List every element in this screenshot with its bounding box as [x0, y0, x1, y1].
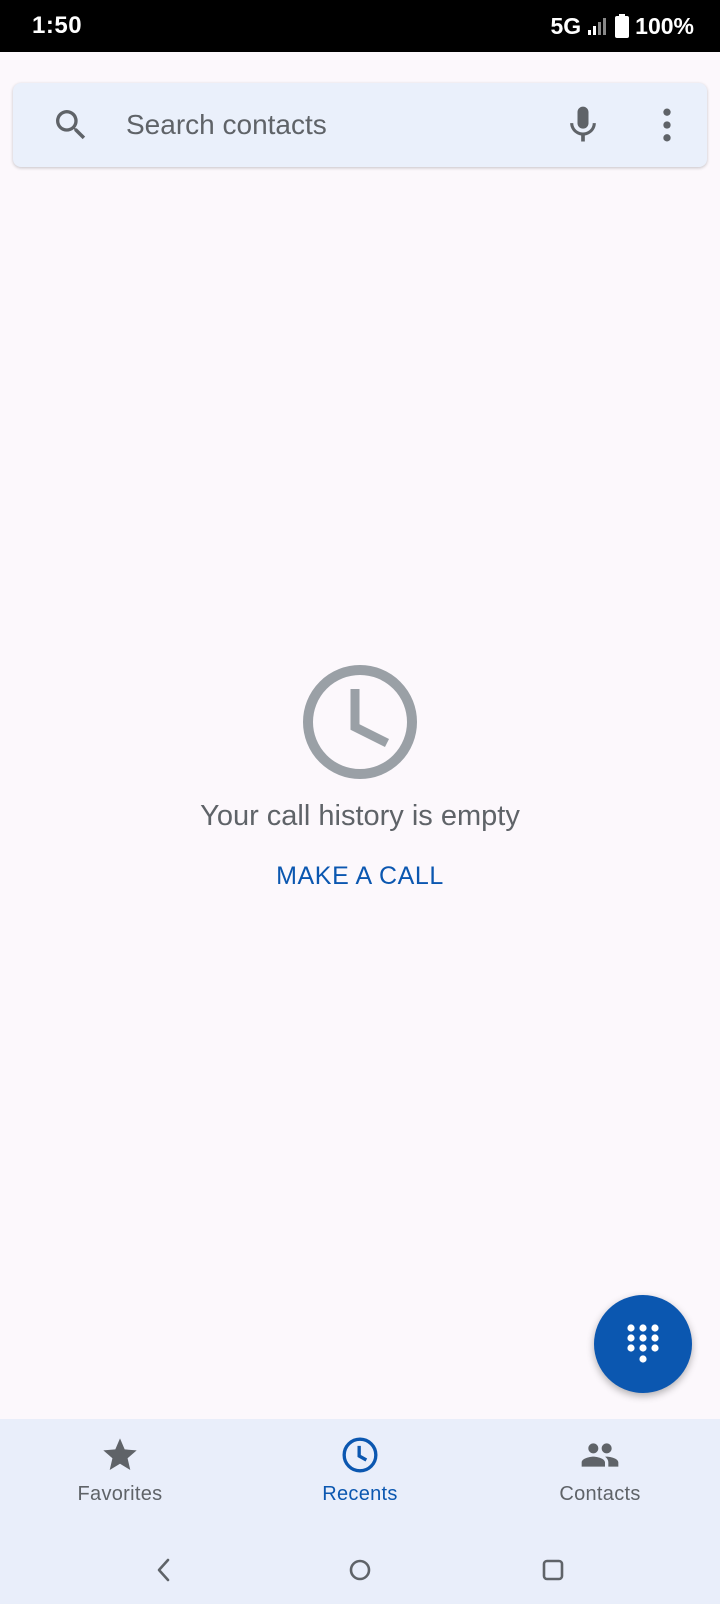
tab-recents-label: Recents: [322, 1483, 398, 1505]
search-icon: [56, 110, 86, 140]
clock-icon: [342, 1437, 378, 1473]
empty-history-message: Your call history is empty: [200, 800, 520, 832]
status-time: 1:50: [32, 12, 83, 39]
back-icon[interactable]: [149, 1555, 179, 1585]
battery-icon: [615, 14, 630, 38]
tab-contacts-label: Contacts: [559, 1483, 641, 1505]
search-bar[interactable]: Search contacts: [13, 83, 707, 167]
signal-icon: [588, 18, 607, 35]
home-icon[interactable]: [345, 1555, 375, 1585]
tab-contacts[interactable]: Contacts: [480, 1419, 720, 1537]
call-history-clock-icon: [303, 665, 417, 779]
dialer-screen: 1:50 5G 100% Search contacts Your call h…: [0, 0, 720, 1604]
tab-favorites-label: Favorites: [77, 1483, 163, 1505]
battery-level: 100%: [635, 12, 694, 39]
system-navigation-bar: [0, 1537, 720, 1604]
make-a-call-button[interactable]: MAKE A CALL: [260, 856, 460, 896]
search-input[interactable]: Search contacts: [126, 83, 327, 167]
tab-recents[interactable]: Recents: [240, 1419, 480, 1537]
status-indicators: 5G 100%: [550, 13, 694, 40]
more-options-icon[interactable]: [645, 103, 689, 147]
dialpad-icon: [627, 1324, 659, 1363]
network-type: 5G: [550, 12, 582, 39]
people-icon: [581, 1443, 619, 1467]
dialpad-button[interactable]: [594, 1295, 692, 1393]
star-icon: [103, 1438, 137, 1470]
overview-icon[interactable]: [538, 1555, 568, 1585]
bottom-navigation: Favorites Recents Contacts: [0, 1419, 720, 1537]
tab-favorites[interactable]: Favorites: [0, 1419, 240, 1537]
status-bar: 1:50 5G 100%: [0, 0, 720, 52]
microphone-icon[interactable]: [561, 103, 605, 147]
